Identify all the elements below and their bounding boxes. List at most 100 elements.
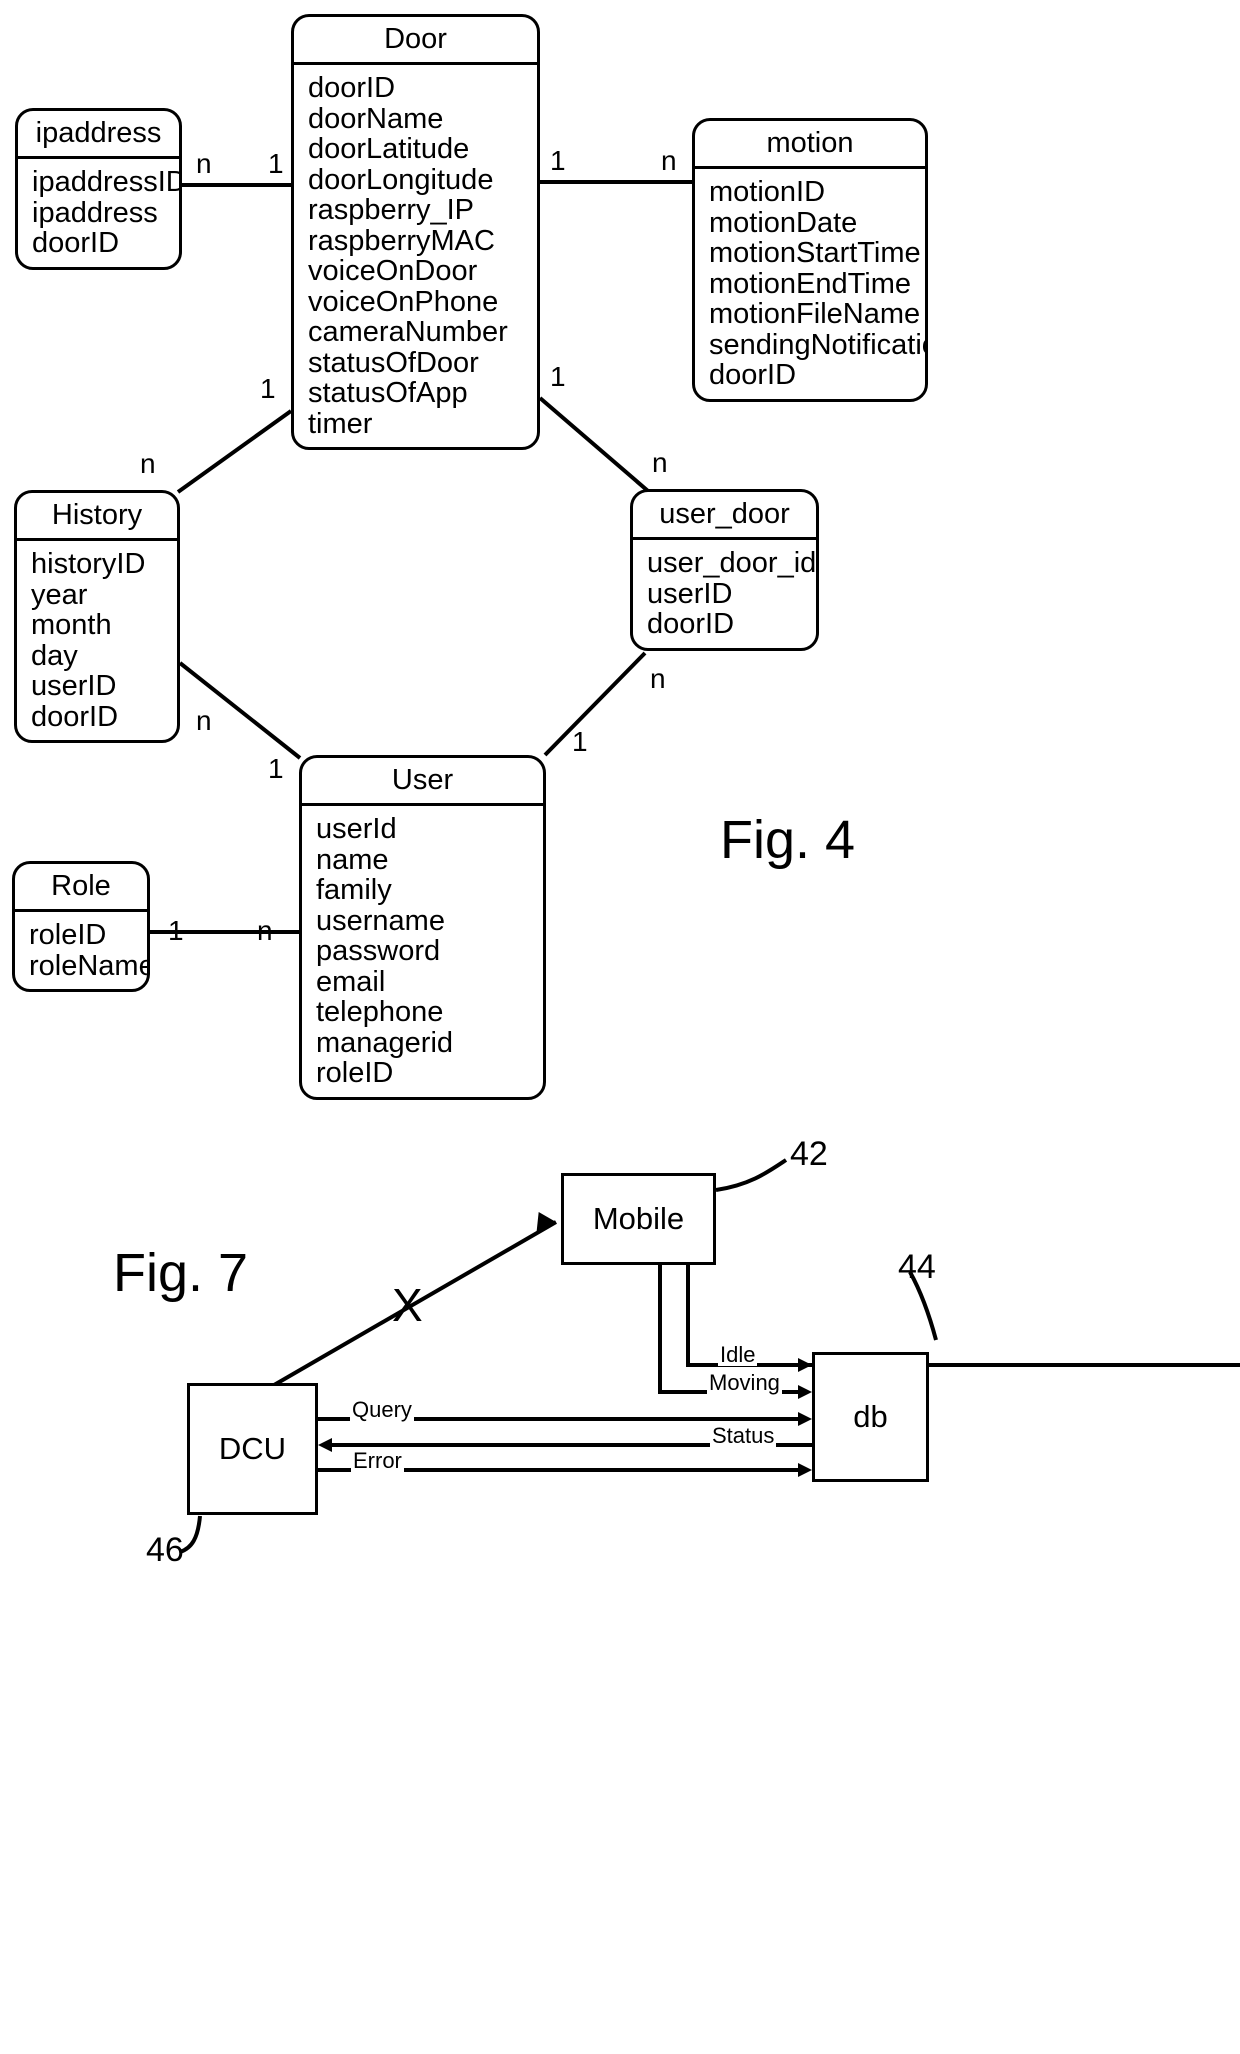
block-db: db [812,1352,929,1482]
entity-motion-attributes: motionID motionDate motionStartTime moti… [695,169,925,399]
arrowhead-status [318,1438,332,1452]
cardinality-history-user-1: 1 [268,753,284,784]
cardinality-door-userdoor-n: n [652,447,668,478]
signal-label-query: Query [350,1397,414,1422]
cardinality-door-motion-n: n [661,145,677,176]
entity-user-attributes: userId name family username password ema… [302,806,543,1097]
connector-lines-layer [150,180,1240,1554]
figure-caption-fig7: Fig. 7 [113,1243,249,1303]
attribute: motionDate [709,206,858,239]
attribute: raspberry_IP [308,194,475,227]
attribute: doorID [32,227,120,260]
entity-history-title: History [17,493,177,542]
arrowhead-moving [798,1385,812,1399]
attribute: motionID [709,176,826,209]
attribute: ipaddress [32,196,158,229]
attribute: doorID [308,72,396,105]
attribute: family [316,874,392,907]
leader-42 [715,1158,788,1192]
attribute: userID [31,670,117,703]
link-door-userdoor [538,396,650,493]
entity-user: User userId name family username passwor… [299,755,546,1100]
attribute: raspberryMAC [308,224,495,257]
attribute: roleID [316,1057,394,1090]
attribute: cameraNumber [308,316,508,349]
attribute: roleID [29,919,107,952]
entity-role-title: Role [15,864,147,913]
attribute: roleName [29,949,150,982]
signal-label-status: Status [710,1423,777,1448]
signal-label-moving: Moving [707,1370,782,1395]
attribute: doorName [308,102,444,135]
block-db-label: db [853,1399,888,1434]
path-idle [686,1265,1240,1367]
attribute: voiceOnPhone [308,285,499,318]
entity-user-door-title: user_door [633,492,816,541]
attribute: managerid [316,1026,454,1059]
attribute: doorLatitude [308,133,470,166]
cardinality-role-user-1: 1 [168,915,184,946]
link-userdoor-user [543,651,647,757]
cardinality-ipaddress-door-1: 1 [268,148,284,179]
block-mobile: Mobile [561,1173,716,1265]
entity-door-title: Door [294,17,537,66]
attribute: ipaddressID [32,166,182,199]
link-door-history [176,409,293,494]
arrowhead-idle [798,1358,812,1372]
refnum-mobile-42: 42 [790,1135,828,1173]
attribute: voiceOnDoor [308,255,478,288]
arrowhead-error [798,1463,812,1477]
attribute: name [316,843,389,876]
attribute: motionStartTime [709,237,921,270]
signal-label-idle: Idle [718,1342,758,1367]
entity-door: Door doorID doorName doorLatitude doorLo… [291,14,540,451]
attribute: doorLongitude [308,163,494,196]
attribute: motionFileName [709,298,921,331]
attribute: username [316,904,445,937]
cardinality-door-history-n: n [140,448,156,479]
cardinality-ipaddress-door-n: n [196,148,212,179]
block-dcu: DCU [187,1383,318,1515]
attribute: year [31,578,88,611]
attribute: day [31,639,78,672]
entity-user-door: user_door user_door_id userID doorID [630,489,819,651]
attribute: user_door_id [647,547,817,580]
entity-ipaddress: ipaddress ipaddressID ipaddress doorID [15,108,182,270]
attribute: password [316,935,441,968]
cardinality-userdoor-user-n: n [650,663,666,694]
attribute: month [31,609,112,642]
attribute: historyID [31,548,146,581]
entity-motion: motion motionID motionDate motionStartTi… [692,118,928,402]
entity-ipaddress-title: ipaddress [18,111,179,160]
refnum-db-44: 44 [898,1248,936,1286]
attribute: email [316,965,386,998]
attribute: sendingNotification [709,328,925,361]
cardinality-history-user-n: n [196,705,212,736]
signal-label-error: Error [351,1448,404,1473]
cardinality-userdoor-user-1: 1 [572,726,588,757]
cardinality-door-motion-1: 1 [550,145,566,176]
entity-role-attributes: roleID roleName [15,912,147,989]
block-dcu-label: DCU [218,1431,287,1466]
entity-user-title: User [302,758,543,807]
attribute: doorID [31,700,119,733]
attribute: userID [647,577,733,610]
arrowhead-query [798,1412,812,1426]
entity-history-attributes: historyID year month day userID doorID [17,541,177,740]
broken-link-x-marker: X [392,1279,423,1331]
cardinality-door-history-1: 1 [260,373,276,404]
patent-figure-sheet: ipaddress ipaddressID ipaddress doorID D… [0,0,1240,2054]
entity-user-door-attributes: user_door_id userID doorID [633,540,816,648]
attribute: motionEndTime [709,267,912,300]
attribute: userId [316,813,397,846]
refnum-dcu-46: 46 [146,1531,184,1569]
attribute: doorID [647,608,735,641]
entity-history: History historyID year month day userID … [14,490,180,744]
attribute: telephone [316,996,444,1029]
entity-ipaddress-attributes: ipaddressID ipaddress doorID [18,159,179,267]
cardinality-door-userdoor-1: 1 [550,361,566,392]
attribute: timer [308,407,373,440]
cardinality-role-user-n: n [257,915,273,946]
figure-caption-fig4: Fig. 4 [720,810,856,870]
block-mobile-label: Mobile [592,1201,685,1236]
